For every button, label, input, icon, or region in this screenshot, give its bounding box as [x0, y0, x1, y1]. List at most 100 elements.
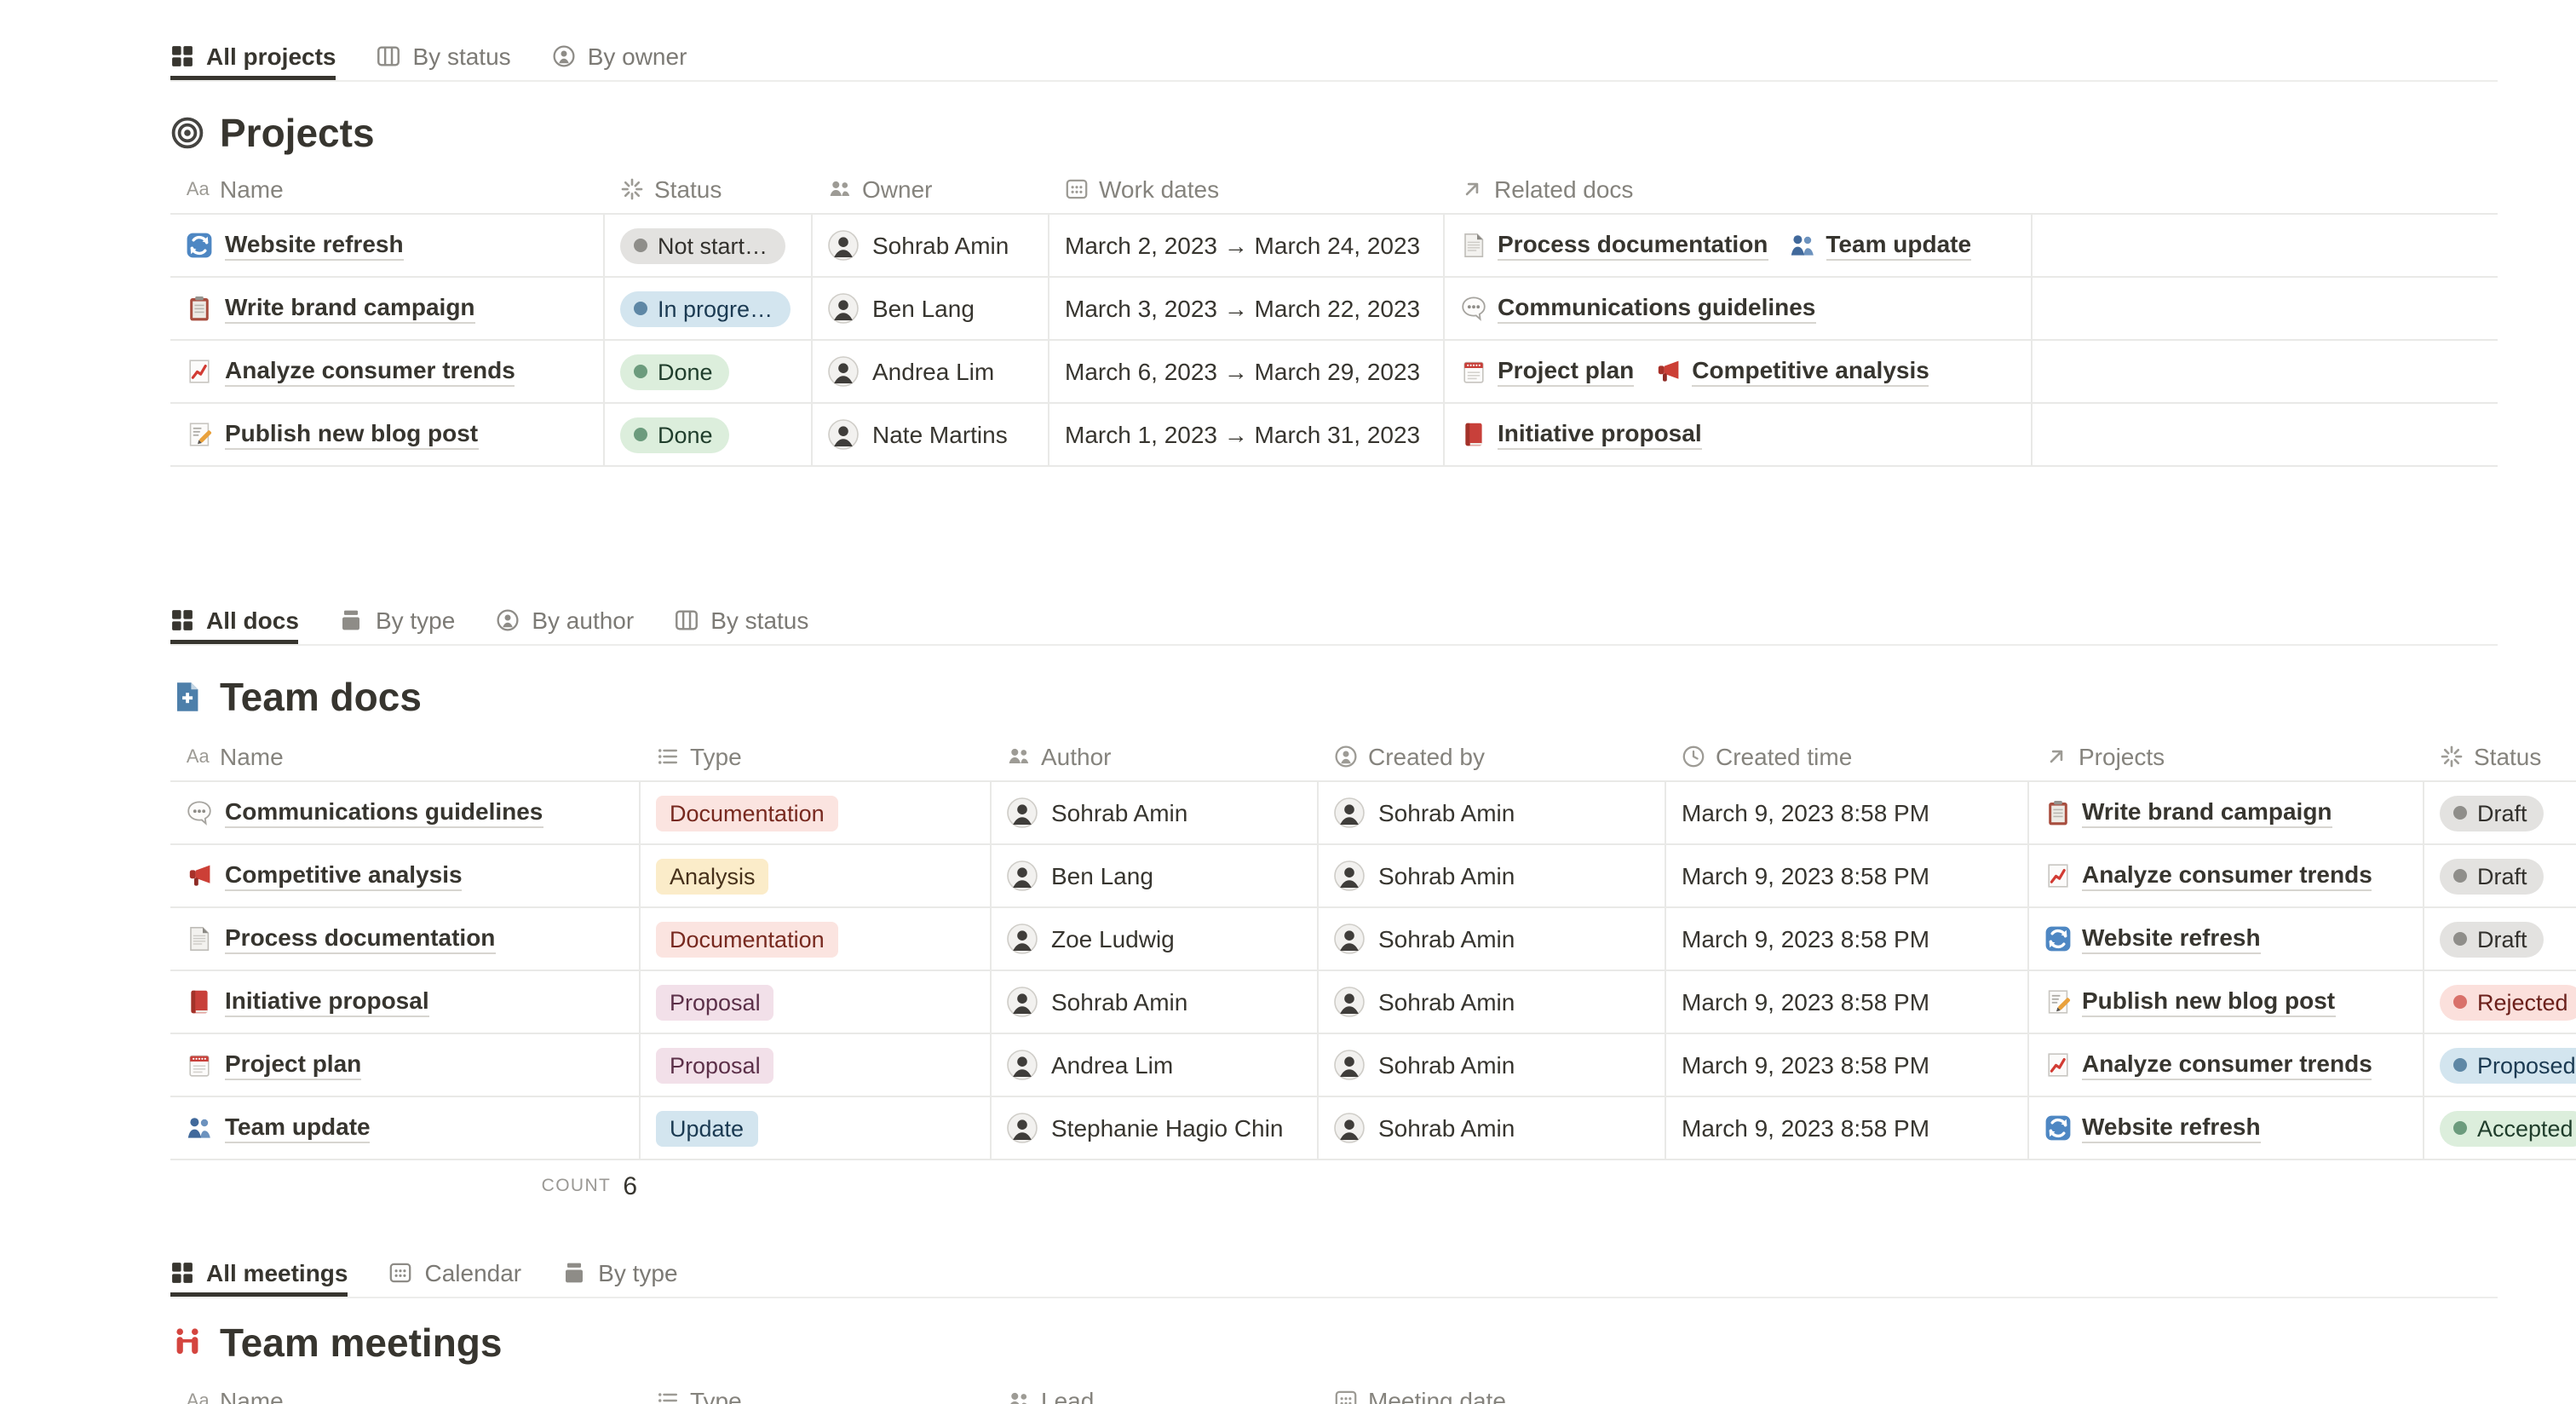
type-badge[interactable]: Proposal [656, 1047, 774, 1083]
cell-person[interactable]: Andrea Lim [992, 1034, 1319, 1096]
tab-all-docs[interactable]: All docs [170, 595, 299, 644]
status-badge[interactable]: Draft [2440, 921, 2544, 957]
doc-link[interactable]: Analyze consumer trends [2044, 1050, 2372, 1080]
cell-person[interactable]: Sohrab Amin [1319, 782, 1666, 843]
type-badge[interactable]: Analysis [656, 858, 769, 894]
column-header-created-time[interactable]: Created time [1666, 731, 2029, 780]
cell-text[interactable]: March 9, 2023 8:58 PM [1666, 1034, 2029, 1096]
cell-person[interactable]: Sohrab Amin [1319, 1097, 1666, 1159]
cell-text[interactable]: March 9, 2023 8:58 PM [1666, 971, 2029, 1033]
cell-tag[interactable]: Proposal [641, 971, 992, 1033]
column-header-work-dates[interactable]: Work dates [1049, 164, 1445, 213]
column-header-lead[interactable]: Lead [992, 1375, 1319, 1404]
tab-calendar[interactable]: Calendar [389, 1247, 522, 1297]
doc-link[interactable]: Write brand campaign [2044, 797, 2332, 828]
cell-text[interactable]: March 9, 2023 8:58 PM [1666, 908, 2029, 970]
column-header-related-docs[interactable]: Related docs [1445, 164, 2033, 213]
cell-tag[interactable]: Documentation [641, 908, 992, 970]
cell-status[interactable]: Done [605, 404, 813, 465]
cell-status[interactable]: Accepted [2424, 1097, 2576, 1159]
type-badge[interactable]: Update [656, 1110, 757, 1146]
doc-link[interactable]: Analyze consumer trends [2044, 860, 2372, 891]
status-badge[interactable]: Done [620, 354, 730, 389]
cell-status[interactable]: Draft [2424, 782, 2576, 843]
page-link[interactable]: Analyze consumer trends [225, 356, 515, 387]
cell-text[interactable]: March 1, 2023 → March 31, 2023 [1049, 404, 1445, 465]
tab-by-author[interactable]: By author [496, 595, 634, 644]
cell-person[interactable]: Andrea Lim [813, 341, 1049, 402]
cell-person[interactable]: Sohrab Amin [813, 215, 1049, 276]
column-header-name[interactable]: AaName [170, 731, 641, 780]
column-header-created-by[interactable]: Created by [1319, 731, 1666, 780]
cell-text[interactable]: March 9, 2023 8:58 PM [1666, 845, 2029, 906]
cell-text[interactable]: March 9, 2023 8:58 PM [1666, 782, 2029, 843]
cell-person[interactable]: Sohrab Amin [1319, 908, 1666, 970]
cell-person[interactable]: Stephanie Hagio Chin [992, 1097, 1319, 1159]
page-link[interactable]: Write brand campaign [225, 293, 475, 324]
page-link[interactable]: Process documentation [225, 924, 495, 954]
cell-person[interactable]: Ben Lang [992, 845, 1319, 906]
cell-text[interactable]: March 3, 2023 → March 22, 2023 [1049, 278, 1445, 339]
tab-by-type[interactable]: By type [340, 595, 455, 644]
status-badge[interactable]: Not start… [620, 227, 785, 263]
column-header-type[interactable]: Type [641, 1375, 992, 1404]
doc-link[interactable]: Website refresh [2044, 924, 2261, 954]
column-header-name[interactable]: AaName [170, 164, 605, 213]
type-badge[interactable]: Proposal [656, 984, 774, 1020]
doc-link[interactable]: Website refresh [2044, 1113, 2261, 1143]
page-link[interactable]: Communications guidelines [225, 797, 543, 828]
tab-all-projects[interactable]: All projects [170, 31, 336, 80]
tab-by-type[interactable]: By type [562, 1247, 677, 1297]
page-link[interactable]: Initiative proposal [225, 987, 429, 1017]
cell-person[interactable]: Zoe Ludwig [992, 908, 1319, 970]
status-badge[interactable]: Accepted [2440, 1110, 2576, 1146]
status-badge[interactable]: Draft [2440, 858, 2544, 894]
cell-status[interactable]: Rejected [2424, 971, 2576, 1033]
cell-status[interactable]: Proposed [2424, 1034, 2576, 1096]
column-header-status[interactable]: Status [2424, 731, 2576, 780]
cell-text[interactable]: March 9, 2023 8:58 PM [1666, 1097, 2029, 1159]
cell-tag[interactable]: Proposal [641, 1034, 992, 1096]
cell-person[interactable]: Sohrab Amin [992, 971, 1319, 1033]
tab-all-meetings[interactable]: All meetings [170, 1247, 348, 1297]
cell-person[interactable]: Sohrab Amin [1319, 1034, 1666, 1096]
doc-link[interactable]: Initiative proposal [1460, 419, 1702, 450]
page-link[interactable]: Project plan [225, 1050, 361, 1080]
column-header-status[interactable]: Status [605, 164, 813, 213]
tab-by-owner[interactable]: By owner [552, 31, 687, 80]
cell-person[interactable]: Sohrab Amin [992, 782, 1319, 843]
doc-link[interactable]: Publish new blog post [2044, 987, 2335, 1017]
type-badge[interactable]: Documentation [656, 921, 838, 957]
status-badge[interactable]: In progre… [620, 291, 790, 326]
column-header-projects[interactable]: Projects [2029, 731, 2424, 780]
doc-link[interactable]: Team update [1788, 230, 1971, 261]
doc-link[interactable]: Communications guidelines [1460, 293, 1815, 324]
cell-tag[interactable]: Update [641, 1097, 992, 1159]
cell-person[interactable]: Sohrab Amin [1319, 845, 1666, 906]
column-header-meeting-date[interactable]: Meeting date [1319, 1375, 1789, 1404]
cell-status[interactable]: Done [605, 341, 813, 402]
column-header-owner[interactable]: Owner [813, 164, 1049, 213]
column-header-type[interactable]: Type [641, 731, 992, 780]
page-link[interactable]: Publish new blog post [225, 419, 478, 450]
cell-status[interactable]: Draft [2424, 908, 2576, 970]
doc-link[interactable]: Project plan [1460, 356, 1634, 387]
page-link[interactable]: Team update [225, 1113, 371, 1143]
status-badge[interactable]: Proposed [2440, 1047, 2576, 1083]
cell-person[interactable]: Sohrab Amin [1319, 971, 1666, 1033]
type-badge[interactable]: Documentation [656, 795, 838, 831]
cell-text[interactable]: March 6, 2023 → March 29, 2023 [1049, 341, 1445, 402]
column-header-author[interactable]: Author [992, 731, 1319, 780]
count-row[interactable]: COUNT6 [170, 1160, 641, 1211]
cell-status[interactable]: Draft [2424, 845, 2576, 906]
doc-link[interactable]: Process documentation [1460, 230, 1768, 261]
page-link[interactable]: Competitive analysis [225, 860, 463, 891]
cell-tag[interactable]: Analysis [641, 845, 992, 906]
cell-tag[interactable]: Documentation [641, 782, 992, 843]
cell-text[interactable]: March 2, 2023 → March 24, 2023 [1049, 215, 1445, 276]
cell-person[interactable]: Ben Lang [813, 278, 1049, 339]
cell-status[interactable]: Not start… [605, 215, 813, 276]
page-link[interactable]: Website refresh [225, 230, 404, 261]
status-badge[interactable]: Done [620, 417, 730, 452]
status-badge[interactable]: Rejected [2440, 984, 2576, 1020]
